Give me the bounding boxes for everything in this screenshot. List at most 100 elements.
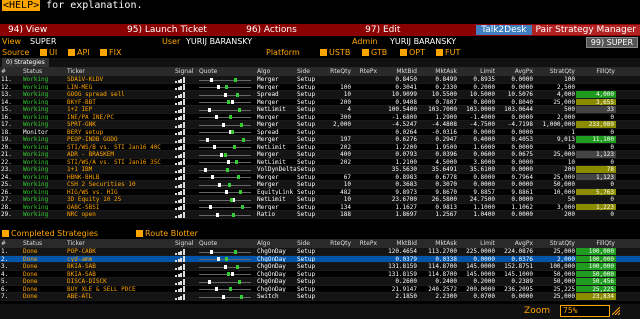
checkbox-icon xyxy=(68,49,75,56)
col-limit-cell: 1.0400 xyxy=(473,211,495,218)
col-rtepx-cell xyxy=(352,129,378,136)
col-signal-header[interactable]: Signal xyxy=(174,67,198,76)
col-side-header[interactable]: Side xyxy=(296,239,322,248)
col-quote-header[interactable]: Quote xyxy=(198,67,256,76)
col-limit-header[interactable]: Limit xyxy=(458,239,496,248)
col-status-cell: Monitor xyxy=(23,128,49,135)
strategy-row[interactable]: 20. Working STI/WS/B vs. STI Jan16 40C NetL… xyxy=(0,144,640,151)
help-key[interactable]: <HELP> xyxy=(2,0,41,11)
strategy-row[interactable]: 25. Working CSH 2 Securities 10 Merger Setup… xyxy=(0,181,640,189)
col-status-header[interactable]: Status xyxy=(22,67,66,76)
strategy-row[interactable]: 26. Working HIG/WS vs. HIG EquityLink Setup 4… xyxy=(0,188,640,196)
col-quote-cell xyxy=(198,91,256,98)
strategy-row[interactable]: 28. Working OABC-SBSI Merger Setup 134 1.1627 0… xyxy=(0,203,640,211)
zoom-dropdown[interactable]: 75% xyxy=(560,305,610,317)
strategy-row[interactable]: 29. Working NRC open Ratio Setup 188 1.8697 1.2… xyxy=(0,211,640,219)
col-ticker-header[interactable]: Ticker xyxy=(66,239,174,248)
col-status-header[interactable]: Status xyxy=(22,239,66,248)
tab-strategies[interactable]: 0) Strategies xyxy=(2,58,49,67)
strategy-row[interactable]: 13. Working GOOG spread sell Spread Setup 10 1… xyxy=(0,91,640,99)
col-fillqty-header[interactable]: FillQty xyxy=(576,67,616,76)
col-rtepx-cell xyxy=(352,204,378,211)
strategy-row[interactable]: 14. Working BKYF-BBT Merger Setup 200 0.9408 0.… xyxy=(0,98,640,106)
strategy-row[interactable]: 16. Working INE/PA INE/PC Merger Setup 300 -1.… xyxy=(0,114,640,121)
completed-row[interactable]: 3. Done BKIA-SAB ChgOnDay Setup 131.8159 114.8… xyxy=(0,263,640,271)
view-value[interactable]: SUPER xyxy=(30,37,56,47)
col-rteqty-cell xyxy=(322,129,352,136)
col-rteqty-header[interactable]: RteQty xyxy=(322,67,352,76)
col-signal-header[interactable]: Signal xyxy=(174,239,198,248)
source-api-checkbox[interactable]: API xyxy=(68,48,90,58)
col-algo-cell: Merger xyxy=(257,136,279,143)
menu-launch-ticket[interactable]: 95) Launch Ticket xyxy=(119,25,238,35)
col-stratqty-cell: 50,000 xyxy=(553,181,575,188)
quote-range-icon xyxy=(199,122,251,127)
strategy-row[interactable]: 17. Working SPRT-GNK Merger Setup 2,000 -4.524… xyxy=(0,121,640,129)
source-fix-checkbox[interactable]: FIX xyxy=(100,48,121,58)
platform-opt-checkbox[interactable]: OPT xyxy=(400,48,425,58)
command-line[interactable]: <HELP> for explanation. xyxy=(0,0,640,12)
col-quote-header[interactable]: Quote xyxy=(198,239,256,248)
strategy-row[interactable]: 15. Working 1+2 IEP NetLimit Setup 4 100.5400 1… xyxy=(0,106,640,114)
strategy-row[interactable]: 19. Working PEOP-INDB GODO Merger Setup 197 0.… xyxy=(0,136,640,144)
col-rtepx-header[interactable]: RtePx xyxy=(352,67,378,76)
col-fillqty-header[interactable]: FillQty xyxy=(576,239,616,248)
platform-fut-checkbox[interactable]: FUT xyxy=(436,48,460,58)
col-avgpx-header[interactable]: AvgPx xyxy=(496,67,534,76)
route-blotter-tab[interactable]: Route Blotter xyxy=(136,229,198,239)
strategy-row[interactable]: 22. Working STI/WS/A vs. STI Jan16 35C NetL… xyxy=(0,158,640,166)
strategy-row[interactable]: 24. Working HBNK-BHLB Merger Setup 67 0.8983 0.… xyxy=(0,173,640,181)
col-stratqty-header[interactable]: StratQty xyxy=(534,67,576,76)
col-num-cell: 7. xyxy=(1,293,9,300)
super-button[interactable]: 99) SUPER xyxy=(585,37,638,48)
strategy-row[interactable]: 27. Working 3D Equity 10 25 NetLimit Setup 10… xyxy=(0,196,640,204)
col-num-cell: 22. xyxy=(1,158,12,165)
col-rtepx-header[interactable]: RtePx xyxy=(352,239,378,248)
completed-row[interactable]: 2. Done cyd-amm ChgOnDay Setup 0.0379 0.0338 0.… xyxy=(0,255,640,263)
col-stratqty-header[interactable]: StratQty xyxy=(534,239,576,248)
completed-row[interactable]: 1. Done POP-CABK ChgOnDay Setup 120.4654 113.2… xyxy=(0,248,640,256)
strategy-row[interactable]: 21. Working ADR - BRASKEM Merger Setup 400 0.0… xyxy=(0,151,640,159)
menu-actions[interactable]: 96) Actions xyxy=(238,25,357,35)
source-ui-checkbox[interactable]: UI xyxy=(40,48,57,58)
col-algo-cell: Merger xyxy=(257,173,279,180)
col-mktbid-header[interactable]: MktBid xyxy=(378,239,418,248)
pair-strategy-manager-button[interactable]: Pair Strategy Manager xyxy=(531,25,640,35)
col-avgpx-cell: 0.7964 xyxy=(511,173,533,180)
col-mktask-cell: 0.9813 xyxy=(435,203,457,210)
col-mktbid-header[interactable]: MktBid xyxy=(378,67,418,76)
menu-edit[interactable]: 97) Edit xyxy=(357,25,476,35)
menu-view[interactable]: 94) View xyxy=(0,25,119,35)
col-num-header[interactable]: # xyxy=(0,67,22,76)
completed-row[interactable]: 6. Done BUY XLE & SELL PDCE ChgOnDay Setup 21… xyxy=(0,285,640,293)
col-num-header[interactable]: # xyxy=(0,239,22,248)
strategy-row[interactable]: 23. Working 1+1 IBM VolDynDelta Setup 35.5630… xyxy=(0,166,640,174)
platform-ustb-checkbox[interactable]: USTB xyxy=(320,48,350,58)
col-stratqty-cell: 9,013 xyxy=(556,136,575,143)
col-side-cell: Setup xyxy=(297,285,316,292)
completed-row[interactable]: 4. Done BKIA-SAB ChgOnDay Setup 131.8159 114.8… xyxy=(0,270,640,278)
col-signal-cell xyxy=(174,76,198,83)
col-side-header[interactable]: Side xyxy=(296,67,322,76)
completed-row[interactable]: 5. Done DISCA-DISCK ChgOnDay Setup 0.2600 0.24… xyxy=(0,278,640,286)
completed-row[interactable]: 7. Done ABE-ATL Switch Setup 2.1850 2.2300 0.07… xyxy=(0,293,640,301)
col-limit-header[interactable]: Limit xyxy=(458,67,496,76)
col-ticker-cell: STI/WS/A vs. STI Jan16 35C xyxy=(67,158,161,165)
col-algo-header[interactable]: Algo xyxy=(256,67,296,76)
strategy-row[interactable]: 11. Working SDA1V-KLDV Merger Setup 0.8450 0.8… xyxy=(0,76,640,84)
col-fillqty-cell: 5,763 xyxy=(576,188,616,195)
strategy-row[interactable]: 18. Monitor BERY setup Spread Setup 0.0264 -0.… xyxy=(0,128,640,136)
col-mktask-header[interactable]: MktAsk xyxy=(418,67,458,76)
col-mktask-header[interactable]: MktAsk xyxy=(418,239,458,248)
col-algo-cell: ChgOnDay xyxy=(257,248,286,255)
col-limit-cell: 1.1000 xyxy=(473,203,495,210)
col-avgpx-header[interactable]: AvgPx xyxy=(496,239,534,248)
talk2desk-button[interactable]: Talk2Desk xyxy=(476,25,532,35)
platform-gtb-checkbox[interactable]: GTB xyxy=(362,48,387,58)
completed-strategies-tab[interactable]: Completed Strategies xyxy=(2,229,98,239)
col-algo-header[interactable]: Algo xyxy=(256,239,296,248)
resize-grip-icon[interactable] xyxy=(612,307,620,315)
strategy-row[interactable]: 12. Working LIN-MEG Merger Setup 100 0.3041 0.2… xyxy=(0,84,640,91)
col-rteqty-header[interactable]: RteQty xyxy=(322,239,352,248)
col-ticker-header[interactable]: Ticker xyxy=(66,67,174,76)
